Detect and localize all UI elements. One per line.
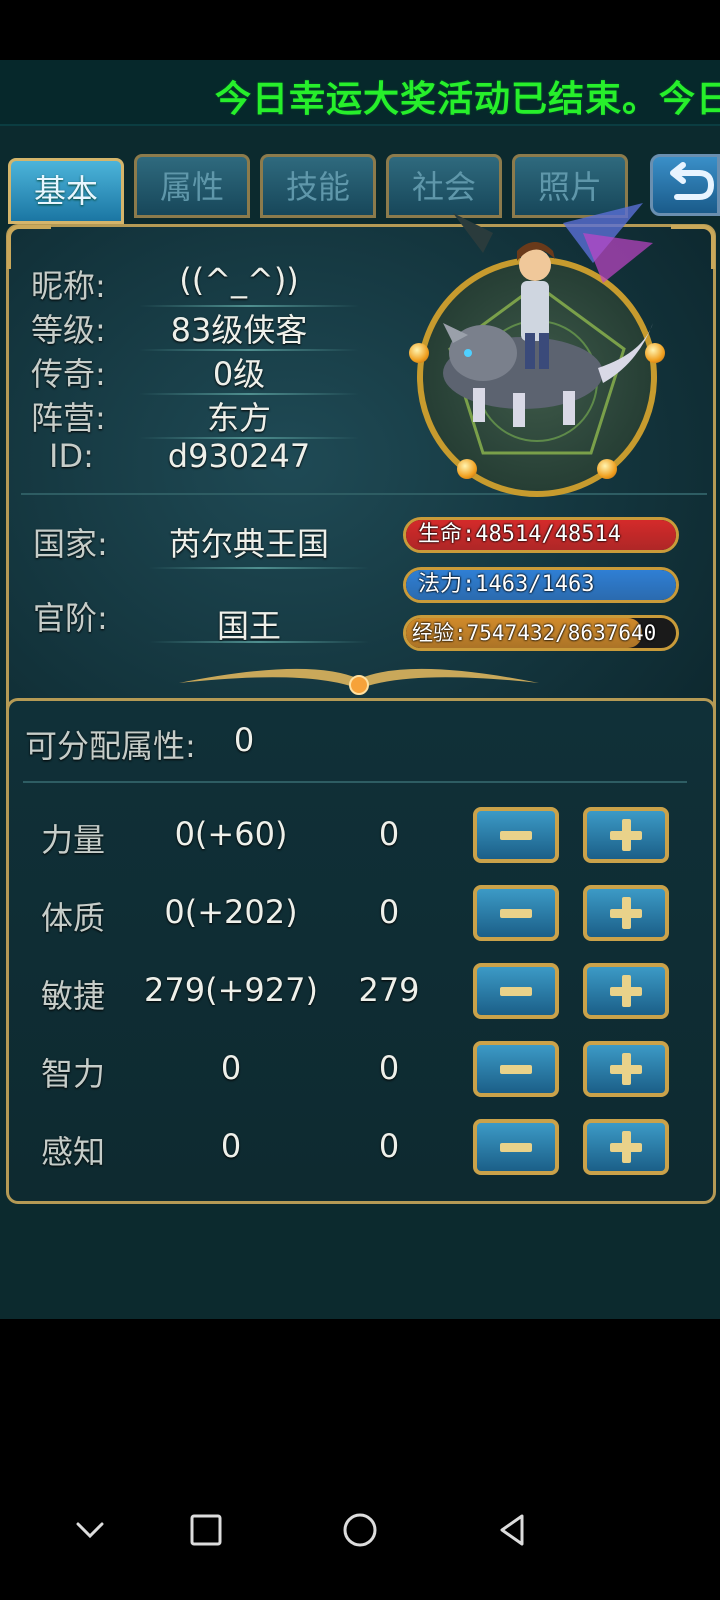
attribute-panel: 可分配属性: 0 力量 0(+60) 0 体质 0(+202) 0 敏捷 279…	[6, 698, 716, 1204]
allocatable-points-value: 0	[233, 721, 255, 759]
chevron-down-icon[interactable]	[70, 1510, 110, 1550]
system-navigation-bar	[0, 1470, 720, 1600]
strength-plus-button[interactable]	[583, 807, 669, 863]
attr-agility-base: 279(+927)	[144, 971, 318, 1009]
mp-text: 法力:1463/1463	[418, 572, 595, 597]
nickname-label: 昵称:	[31, 267, 106, 305]
agility-plus-button[interactable]	[583, 963, 669, 1019]
emblem-orb	[597, 459, 617, 479]
attr-strength-base: 0(+60)	[174, 815, 288, 853]
legend-label: 传奇:	[31, 355, 106, 393]
legend-value: 0级	[212, 355, 266, 393]
square-recents-icon[interactable]	[186, 1510, 226, 1550]
nickname-value: ((^_^))	[179, 261, 299, 299]
agility-minus-button[interactable]	[473, 963, 559, 1019]
constitution-minus-button[interactable]	[473, 885, 559, 941]
camp-label: 阵营:	[31, 399, 106, 437]
ornate-wings-ornament	[179, 668, 539, 695]
minus-icon	[500, 987, 532, 996]
announcement-ticker: 今日幸运大奖活动已结束。今日	[0, 60, 720, 126]
perception-minus-button[interactable]	[473, 1119, 559, 1175]
triangle-back-icon[interactable]	[492, 1510, 532, 1550]
attr-constitution-base: 0(+202)	[164, 893, 298, 931]
minus-icon	[500, 831, 532, 840]
tab-basic[interactable]: 基本	[8, 158, 124, 224]
constitution-plus-button[interactable]	[583, 885, 669, 941]
section-divider	[23, 781, 687, 783]
country-label: 国家:	[33, 525, 108, 563]
camp-value: 东方	[206, 399, 271, 437]
circle-home-icon[interactable]	[340, 1510, 380, 1550]
minus-icon	[500, 1065, 532, 1074]
underline	[149, 567, 369, 569]
strength-minus-button[interactable]	[473, 807, 559, 863]
attr-intelligence-current: 0	[378, 1049, 400, 1087]
tab-skills[interactable]: 技能	[260, 154, 376, 218]
tab-attributes[interactable]: 属性	[134, 154, 250, 218]
character-screen: 基本 属性 技能 社会 照片 昵称: ((^_^)) 等级: 83级侠客 传奇:…	[0, 126, 720, 1319]
attr-constitution-label: 体质	[41, 899, 106, 937]
attr-perception-label: 感知	[41, 1133, 106, 1171]
exp-text: 经验:7547432/8637640	[412, 621, 657, 645]
attr-perception-base: 0	[220, 1127, 242, 1165]
rank-label: 官阶:	[33, 599, 108, 637]
intelligence-minus-button[interactable]	[473, 1041, 559, 1097]
hp-bar: 生命:48514/48514	[403, 517, 679, 553]
attr-strength-current: 0	[378, 815, 400, 853]
attr-perception-current: 0	[378, 1127, 400, 1165]
perception-plus-button[interactable]	[583, 1119, 669, 1175]
section-divider	[21, 493, 707, 495]
level-label: 等级:	[31, 311, 106, 349]
id-label: ID:	[49, 437, 94, 475]
underline	[149, 641, 369, 643]
allocatable-points-label: 可分配属性:	[25, 727, 196, 765]
hero-on-wolf-mount-image	[443, 203, 653, 427]
mp-bar: 法力:1463/1463	[403, 567, 679, 603]
minus-icon	[500, 1143, 532, 1152]
attr-intelligence-base: 0	[220, 1049, 242, 1087]
id-value: d930247	[167, 437, 311, 475]
minus-icon	[500, 909, 532, 918]
character-emblem	[409, 203, 665, 497]
hp-text: 生命:48514/48514	[418, 522, 621, 547]
exp-bar: 经验:7547432/8637640	[403, 615, 679, 651]
attr-strength-label: 力量	[41, 821, 106, 859]
level-value: 83级侠客	[170, 311, 308, 349]
country-value: 芮尔典王国	[168, 525, 329, 563]
frame-corner-ornament	[671, 225, 715, 269]
emblem-orb	[457, 459, 477, 479]
attr-agility-current: 279	[358, 971, 420, 1009]
attr-agility-label: 敏捷	[41, 977, 106, 1015]
intelligence-plus-button[interactable]	[583, 1041, 669, 1097]
ticker-text: 今日幸运大奖活动已结束。今日	[215, 79, 720, 120]
attr-intelligence-label: 智力	[41, 1055, 106, 1093]
attr-constitution-current: 0	[378, 893, 400, 931]
